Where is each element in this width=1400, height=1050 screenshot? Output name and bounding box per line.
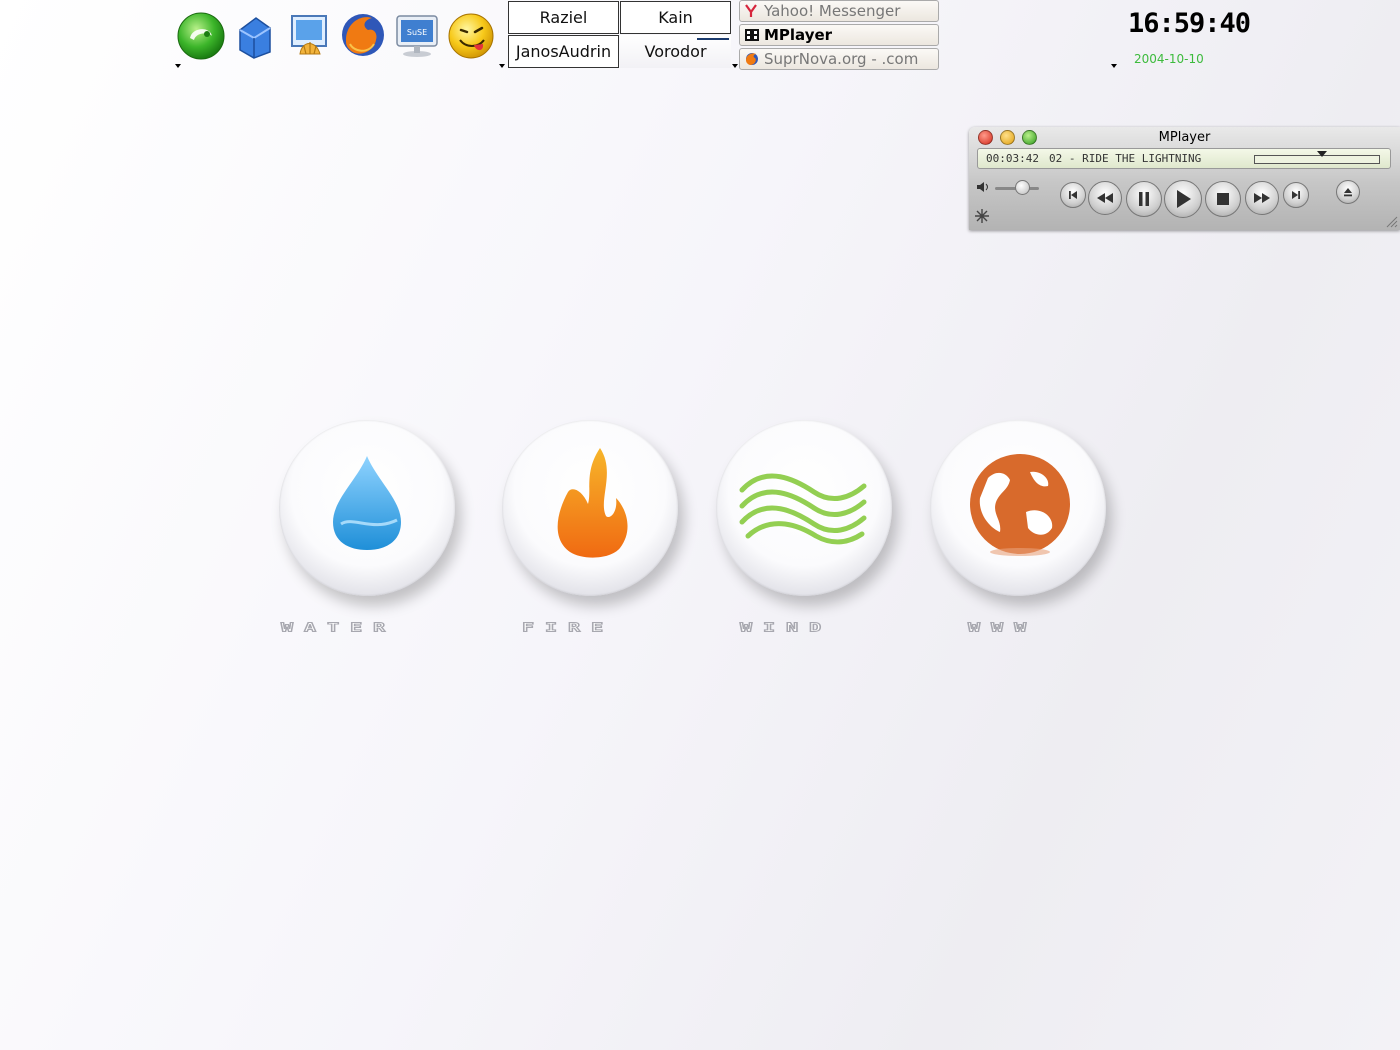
launcher-water[interactable] bbox=[279, 420, 455, 596]
suse-monitor-icon: SuSE bbox=[396, 15, 438, 57]
play-icon bbox=[1177, 190, 1191, 208]
quick-launch-bar: SuSE bbox=[176, 8, 496, 64]
elapsed-time: 00:03:42 bbox=[986, 152, 1039, 165]
mplayer-display: 00:03:42 02 - RIDE THE LIGHTNING bbox=[977, 148, 1391, 169]
suse-monitor-button[interactable]: SuSE bbox=[392, 8, 442, 62]
launcher-dropdown-arrow-icon[interactable] bbox=[499, 64, 505, 68]
task-yahoo-messenger[interactable]: Yahoo! Messenger bbox=[739, 0, 939, 22]
control-center-button[interactable] bbox=[284, 8, 334, 62]
svg-text:SuSE: SuSE bbox=[407, 28, 427, 37]
launcher-fire[interactable] bbox=[502, 420, 678, 596]
volume-knob[interactable] bbox=[1015, 180, 1030, 195]
mplayer-film-icon bbox=[745, 29, 759, 41]
globe-icon bbox=[970, 454, 1070, 556]
desktop-pager: Raziel Kain JanosAudrin Vorodor bbox=[508, 1, 731, 69]
desktop-3[interactable]: JanosAudrin bbox=[508, 35, 619, 68]
smiley-messenger-icon bbox=[448, 13, 494, 59]
skip-back-icon bbox=[1069, 191, 1077, 199]
rewind-icon bbox=[1097, 193, 1113, 203]
fast-forward-button[interactable] bbox=[1245, 181, 1279, 215]
eject-button[interactable] bbox=[1336, 180, 1360, 204]
eject-icon bbox=[1344, 188, 1352, 197]
flame-icon bbox=[557, 448, 628, 558]
home-folder-icon bbox=[239, 17, 271, 59]
firefox-small-icon bbox=[746, 53, 758, 65]
active-window-marker bbox=[697, 38, 729, 40]
panel-clock[interactable]: 16:59:40 bbox=[1128, 8, 1251, 39]
panel-date: 2004-10-10 bbox=[1134, 52, 1204, 66]
task-mplayer[interactable]: MPlayer bbox=[739, 24, 939, 46]
smiley-messenger-button[interactable] bbox=[446, 8, 496, 62]
launcher-www[interactable] bbox=[930, 420, 1106, 596]
preferences-snowflake-icon[interactable] bbox=[975, 209, 989, 223]
launcher-fire-label: FIRE bbox=[521, 620, 615, 635]
mplayer-title: MPlayer bbox=[1158, 130, 1211, 145]
firefox-icon bbox=[342, 14, 384, 56]
seek-bar[interactable] bbox=[1254, 151, 1380, 164]
seek-position-marker[interactable] bbox=[1317, 151, 1327, 157]
desktop-2[interactable]: Kain bbox=[620, 1, 731, 34]
mplayer-window: MPlayer 00:03:42 02 - RIDE THE LIGHTNING bbox=[969, 127, 1400, 230]
desktop-4[interactable]: Vorodor bbox=[620, 35, 731, 68]
resize-grip-icon[interactable] bbox=[1384, 214, 1398, 228]
stop-icon bbox=[1217, 193, 1229, 205]
task-label: Yahoo! Messenger bbox=[764, 2, 901, 20]
rewind-button[interactable] bbox=[1088, 181, 1122, 215]
home-folder-button[interactable] bbox=[230, 8, 280, 62]
track-title: 02 - RIDE THE LIGHTNING bbox=[1048, 152, 1202, 165]
previous-track-button[interactable] bbox=[1060, 182, 1086, 208]
task-label: MPlayer bbox=[764, 26, 833, 44]
task-label: SuprNova.org - .com bbox=[764, 50, 919, 68]
menu-dropdown-arrow-icon[interactable] bbox=[175, 64, 181, 68]
control-center-icon bbox=[291, 15, 327, 55]
water-drop-icon bbox=[333, 456, 401, 550]
play-button[interactable] bbox=[1164, 180, 1202, 218]
skip-forward-icon bbox=[1292, 191, 1300, 199]
pager-dropdown-arrow-icon[interactable] bbox=[732, 64, 738, 68]
fast-forward-icon bbox=[1254, 193, 1270, 203]
yahoo-icon bbox=[745, 4, 757, 17]
wind-waves-icon bbox=[739, 473, 867, 545]
firefox-button[interactable] bbox=[338, 8, 388, 62]
desktop-3-label: JanosAudrin bbox=[515, 42, 612, 61]
next-track-button[interactable] bbox=[1283, 182, 1309, 208]
taskbar: Yahoo! Messenger MPlayer SuprNova.org - … bbox=[739, 0, 939, 70]
launcher-wind[interactable] bbox=[716, 420, 892, 596]
suse-menu-icon bbox=[177, 12, 225, 60]
launcher-water-label: WATER bbox=[280, 620, 397, 635]
desktop-2-label: Kain bbox=[658, 8, 693, 27]
pause-icon bbox=[1139, 192, 1149, 206]
stop-button[interactable] bbox=[1205, 181, 1241, 217]
clock-dropdown-arrow-icon[interactable] bbox=[1111, 64, 1117, 68]
task-suprnova[interactable]: SuprNova.org - .com bbox=[739, 48, 939, 70]
desktop-1[interactable]: Raziel bbox=[508, 1, 619, 34]
pause-button[interactable] bbox=[1126, 181, 1162, 217]
suse-menu-button[interactable] bbox=[176, 8, 226, 62]
speaker-icon[interactable] bbox=[976, 181, 990, 193]
launcher-www-label: WWW bbox=[967, 620, 1038, 635]
desktop-4-label: Vorodor bbox=[644, 42, 707, 61]
launcher-wind-label: WIND bbox=[739, 620, 833, 635]
desktop-1-label: Raziel bbox=[539, 8, 588, 27]
